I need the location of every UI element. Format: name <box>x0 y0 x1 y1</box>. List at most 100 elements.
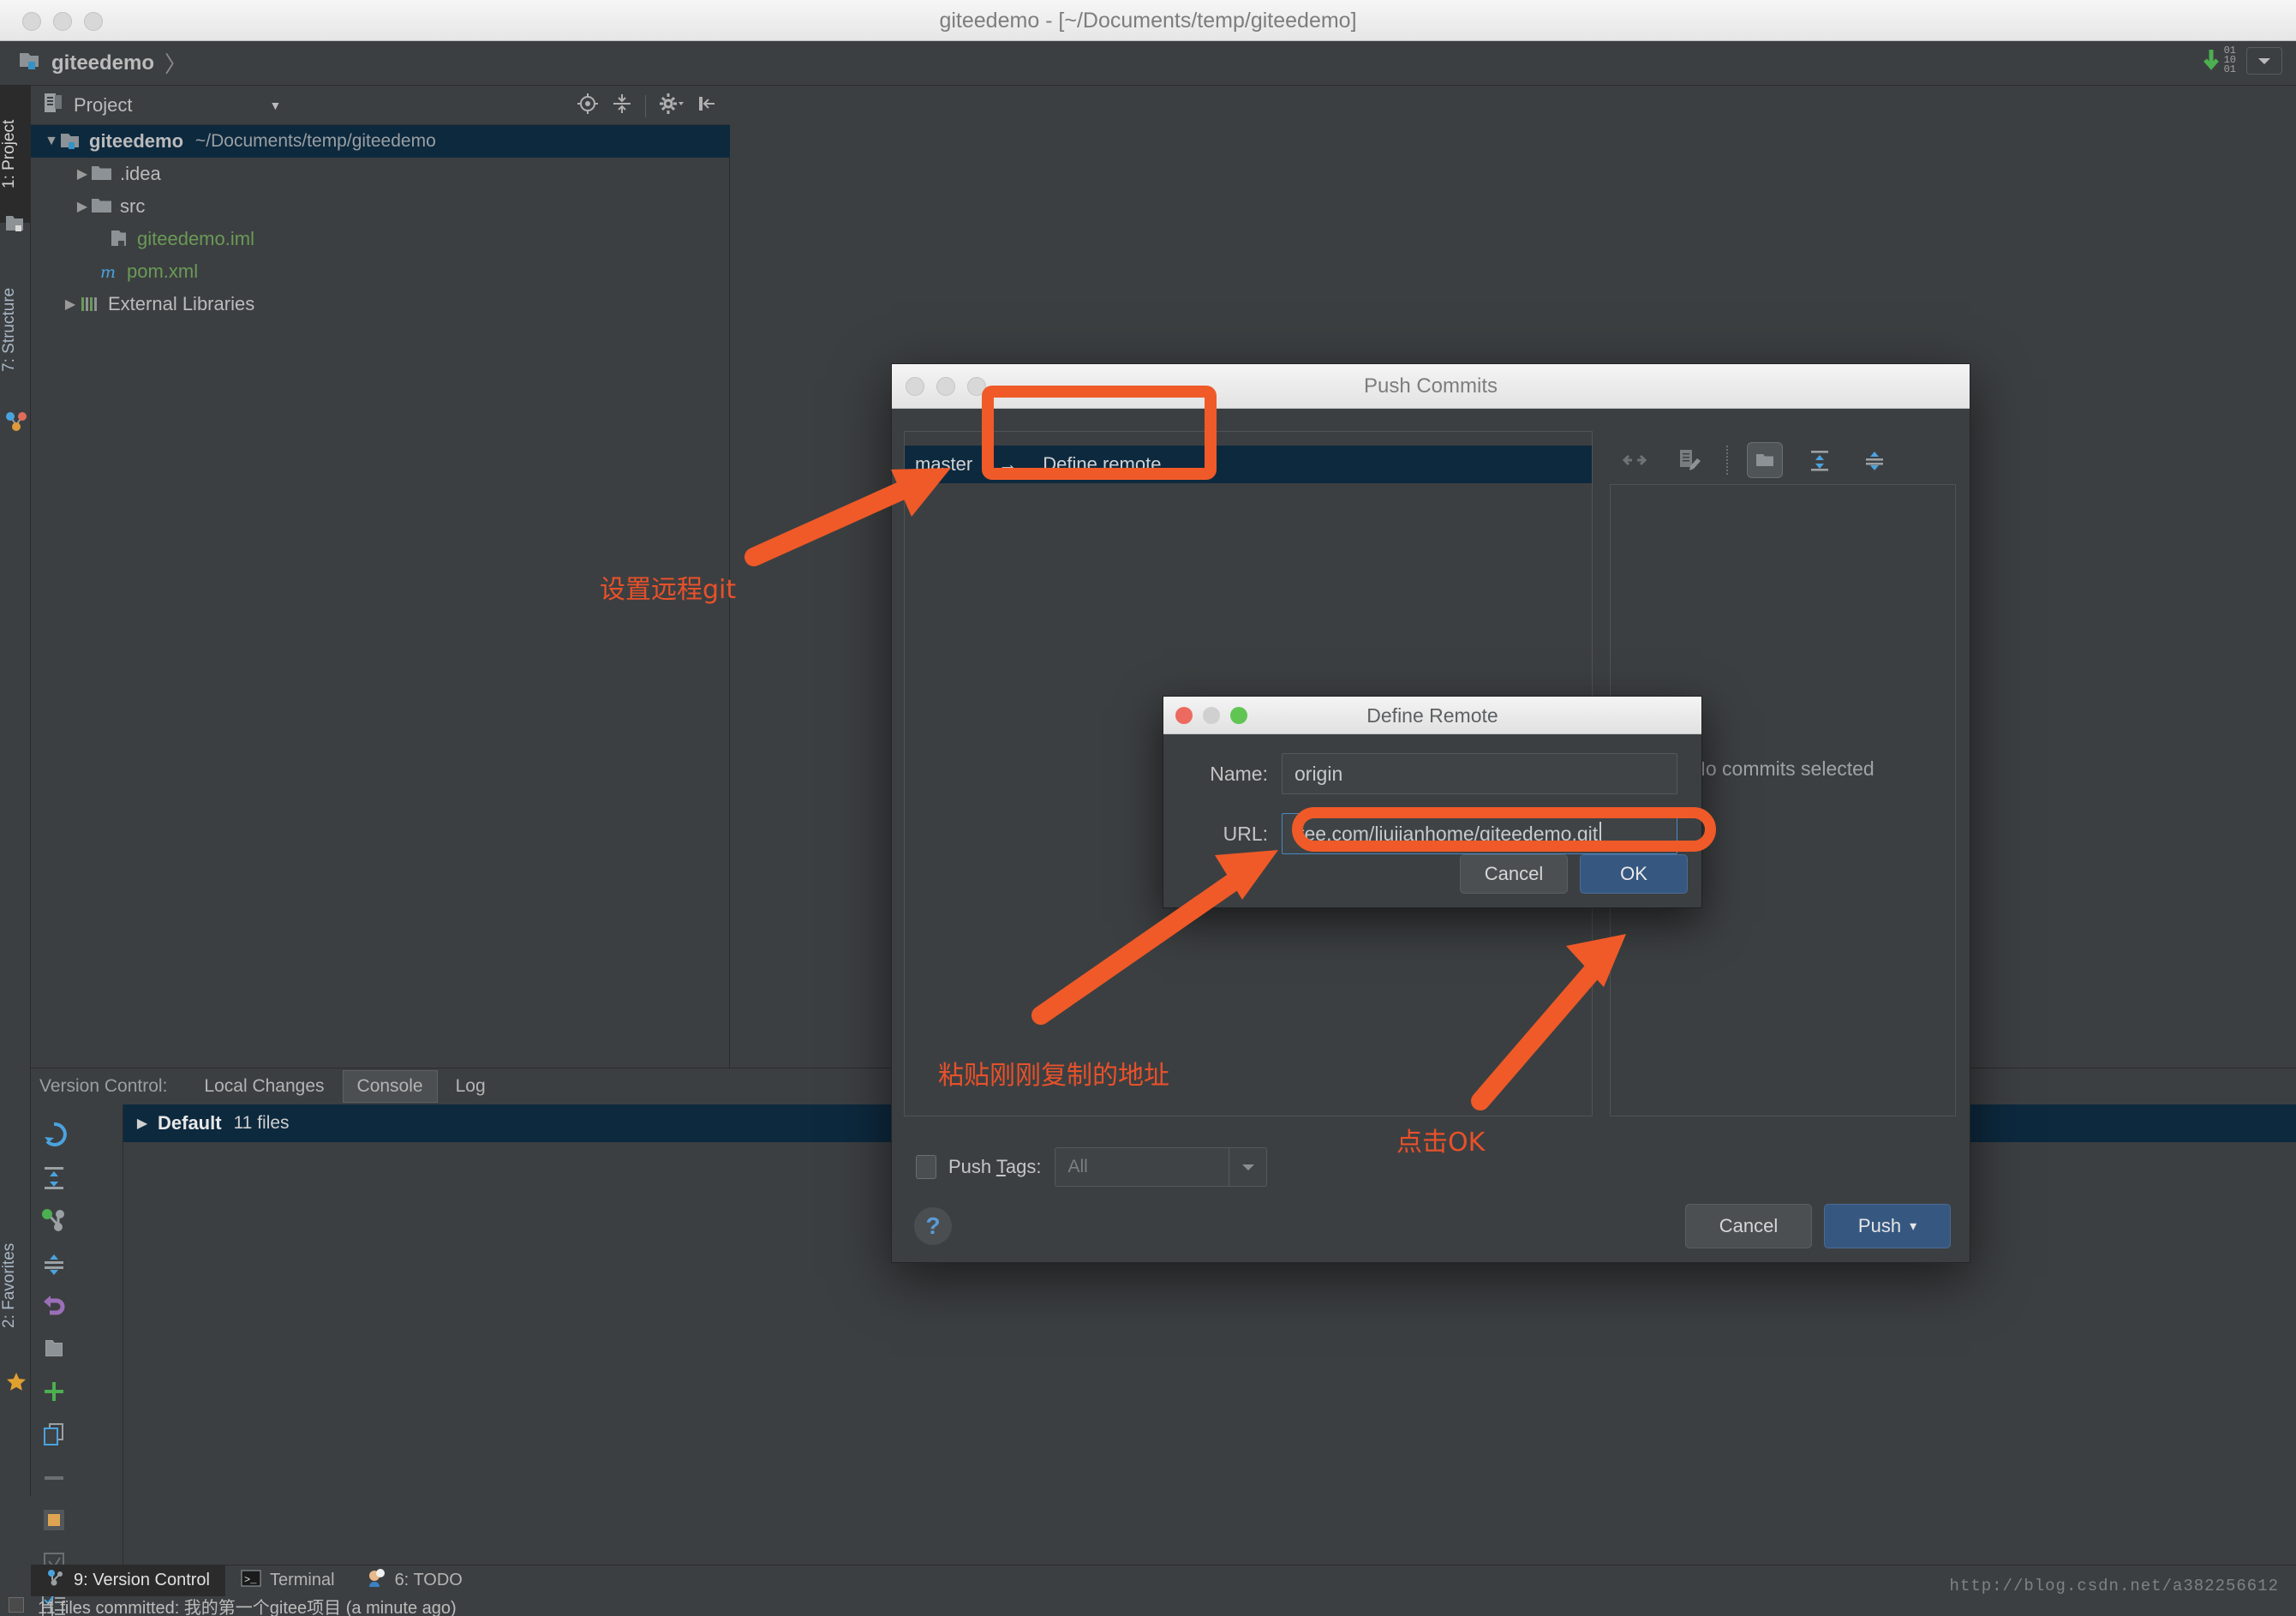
project-view-icon <box>43 92 63 118</box>
sidebar-item-structure-label: 7: Structure <box>0 288 18 372</box>
highlight-round-url-field <box>1292 807 1716 852</box>
navbar-right-controls: 011001 <box>2202 46 2282 75</box>
define-remote-ok-button[interactable]: OK <box>1580 854 1688 894</box>
chevron-collapsed-icon[interactable] <box>134 1115 151 1132</box>
version-control-icon <box>46 1569 65 1593</box>
sidebar-item-project[interactable]: 1: Project <box>0 86 31 223</box>
maven-file-icon: m <box>98 261 120 282</box>
update-project-icon[interactable]: 011001 <box>2202 46 2236 75</box>
push-dialog-help-button[interactable]: ? <box>914 1207 952 1245</box>
tree-label: giteedemo.iml <box>137 228 254 250</box>
gear-icon[interactable] <box>658 93 684 119</box>
folder-icon <box>91 196 113 217</box>
anno-click-ok: 点击OK <box>1396 1121 1485 1158</box>
new-changelist-icon[interactable] <box>31 1327 77 1370</box>
version-control-toolbar: ? <box>31 1104 123 1565</box>
push-tags-label: Push Tags: <box>948 1156 1041 1178</box>
ignore-icon[interactable] <box>31 1499 77 1541</box>
push-tags-label-suffix: ags: <box>1006 1156 1042 1177</box>
copy-icon[interactable] <box>31 1413 77 1456</box>
hide-panel-icon[interactable] <box>696 93 718 119</box>
push-button-label: Push <box>1858 1215 1901 1237</box>
tree-row-external-libraries[interactable]: External Libraries <box>31 288 730 320</box>
push-branch-name: master <box>915 453 972 476</box>
breadcrumb[interactable]: giteedemo 〉 <box>19 47 187 79</box>
define-remote-name-row: Name: origin <box>1163 753 1701 794</box>
group-by-icon[interactable] <box>31 1242 77 1284</box>
collapse-expand-icon[interactable] <box>31 1156 77 1199</box>
sidebar-item-favorites[interactable]: 2: Favorites <box>0 1200 31 1371</box>
define-remote-cancel-button[interactable]: Cancel <box>1460 854 1568 894</box>
status-message: 11 files committed: 我的第一个gitee项目 (a minu… <box>38 1594 457 1616</box>
bottom-tab-terminal[interactable]: >_ Terminal <box>225 1565 350 1596</box>
project-panel-header: Project ▼ <box>31 86 730 125</box>
tree-label: giteedemo <box>89 130 183 153</box>
refresh-icon[interactable] <box>31 1113 77 1156</box>
tree-row-idea[interactable]: .idea <box>31 158 730 190</box>
group-by-directory-icon[interactable] <box>1747 442 1783 478</box>
push-tags-value: All <box>1067 1157 1229 1177</box>
expand-all-icon[interactable] <box>1802 442 1838 478</box>
chevron-expanded-icon[interactable] <box>43 134 60 149</box>
breadcrumb-project-label: giteedemo <box>51 51 154 75</box>
chevron-down-icon[interactable]: ▼ <box>269 99 281 112</box>
tab-local-changes[interactable]: Local Changes <box>189 1070 338 1103</box>
sidebar-item-favorites-label: 2: Favorites <box>0 1242 18 1327</box>
changelist-count: 11 files <box>234 1113 290 1134</box>
push-tags-checkbox[interactable] <box>916 1155 936 1179</box>
toolbar-dotted-divider <box>1726 446 1728 475</box>
navigation-bar: giteedemo 〉 011001 <box>0 41 2296 86</box>
project-folder-icon <box>19 51 43 75</box>
tree-row-giteedemo-iml[interactable]: giteedemo.iml <box>31 223 730 255</box>
name-value: origin <box>1294 763 1342 786</box>
name-field[interactable]: origin <box>1282 753 1677 794</box>
chevron-collapsed-icon[interactable] <box>62 296 79 313</box>
tree-label: .idea <box>120 163 161 185</box>
tree-label: External Libraries <box>108 293 254 315</box>
push-button[interactable]: Push ▾ <box>1824 1204 1951 1248</box>
tab-log[interactable]: Log <box>441 1070 500 1103</box>
binary-glyph: 011001 <box>2224 46 2236 75</box>
push-tags-select[interactable]: All <box>1055 1147 1267 1187</box>
tree-row-giteedemo[interactable]: giteedemo ~/Documents/temp/giteedemo <box>31 125 730 158</box>
libraries-icon <box>79 294 101 314</box>
add-icon[interactable] <box>31 1370 77 1413</box>
push-tags-row: Push Tags: All <box>916 1147 1267 1187</box>
collapse-all-icon[interactable] <box>611 93 633 119</box>
tree-row-src[interactable]: src <box>31 190 730 223</box>
sidebar-item-structure[interactable]: 7: Structure <box>0 248 31 411</box>
chevron-collapsed-icon[interactable] <box>74 165 91 183</box>
remove-icon[interactable] <box>31 1456 77 1499</box>
collapse-all-icon[interactable] <box>1617 442 1653 478</box>
structure-tab-icon <box>5 411 27 440</box>
collapse-all-2-icon[interactable] <box>1857 442 1892 478</box>
navbar-dropdown-button[interactable] <box>2246 47 2282 75</box>
svg-text:m: m <box>100 263 116 282</box>
terminal-icon: >_ <box>241 1570 261 1592</box>
project-tree: giteedemo ~/Documents/temp/giteedemo .id… <box>31 125 730 320</box>
push-dialog-actions: Cancel Push ▾ <box>1685 1204 1951 1248</box>
bottom-tab-todo[interactable]: 6: TODO <box>350 1565 478 1596</box>
tab-console[interactable]: Console <box>343 1070 438 1103</box>
svg-text:>_: >_ <box>244 1574 257 1586</box>
left-tool-window-strip: 1: Project 7: Structure 2: Favorites <box>0 86 31 1496</box>
status-checkbox-icon[interactable] <box>9 1597 24 1613</box>
status-bar: 11 files committed: 我的第一个gitee项目 (a minu… <box>0 1595 2296 1616</box>
bottom-tab-label: Terminal <box>270 1571 335 1590</box>
chevron-down-icon[interactable] <box>1229 1148 1266 1186</box>
chevron-collapsed-icon[interactable] <box>74 198 91 215</box>
edit-commit-message-icon[interactable] <box>1671 442 1707 478</box>
push-details-toolbar <box>1608 434 1959 486</box>
toolbar-divider <box>645 95 646 117</box>
anno-paste-url: 粘贴刚刚复制的地址 <box>938 1054 1169 1092</box>
branches-icon[interactable] <box>31 1199 77 1242</box>
name-label: Name: <box>1177 763 1268 786</box>
bottom-tab-label: 9: Version Control <box>74 1571 210 1590</box>
rollback-icon[interactable] <box>31 1284 77 1327</box>
tree-row-pom-xml[interactable]: m pom.xml <box>31 255 730 288</box>
project-panel-toolbar <box>577 93 718 119</box>
star-icon <box>5 1371 27 1398</box>
scroll-from-source-icon[interactable] <box>577 93 599 119</box>
push-cancel-button[interactable]: Cancel <box>1685 1204 1812 1248</box>
bottom-tab-version-control[interactable]: 9: Version Control <box>31 1565 225 1596</box>
